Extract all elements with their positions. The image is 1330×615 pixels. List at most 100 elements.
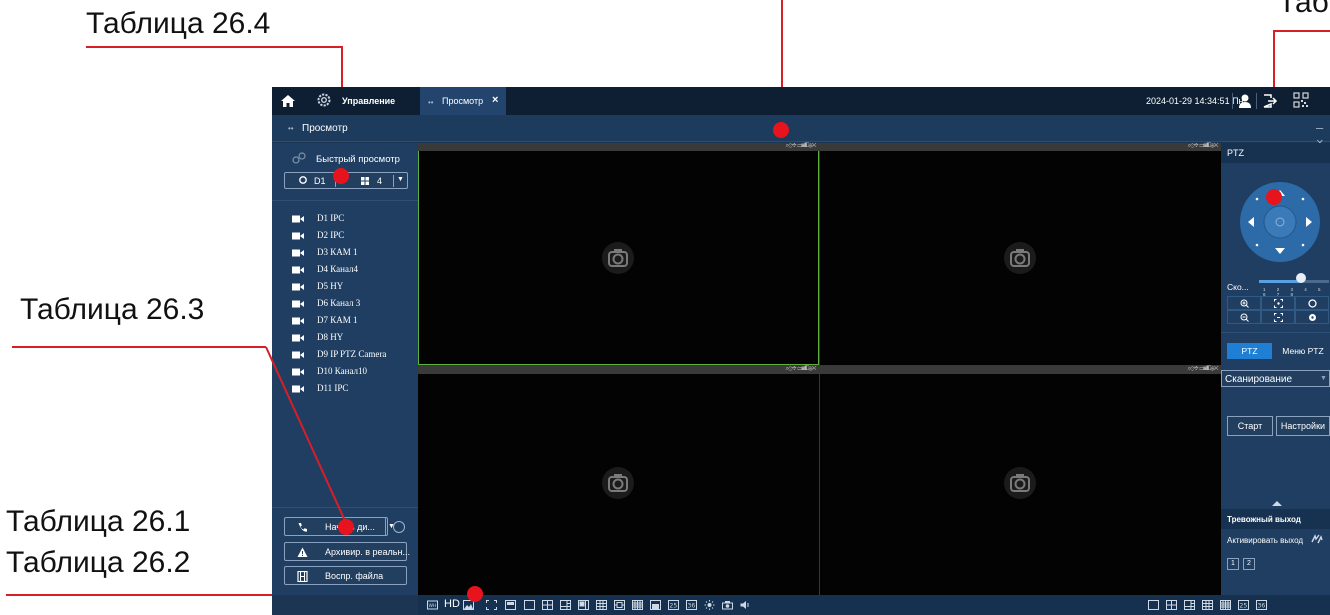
dvr-app-window: Управление •• Просмотр × 2024-01-29 14:3… — [272, 87, 1330, 615]
channel-item[interactable]: D4 Канал4 — [272, 261, 418, 278]
focus-out-icon — [1274, 313, 1283, 322]
scan-mode-select[interactable]: Сканирование ▼ — [1221, 370, 1330, 387]
settings-menu-label[interactable]: Управление — [342, 96, 395, 106]
gear-icon[interactable] — [316, 92, 332, 108]
speed-slider[interactable] — [1259, 280, 1329, 283]
refresh-icon[interactable] — [1311, 534, 1323, 544]
layout-1-icon[interactable] — [524, 600, 535, 610]
annotation-table-26-3: Таблица 26.3 — [20, 293, 205, 326]
annotation-table-partial: Таб — [1278, 0, 1329, 19]
channel-item[interactable]: D5 HY — [272, 278, 418, 295]
focus-near-button[interactable] — [1261, 296, 1295, 310]
layout-grid-icon — [361, 177, 369, 185]
annotation-marker — [773, 122, 789, 138]
video-pane-4[interactable]: ⌕⊙✥ ▭◙◧⊕✕ — [820, 366, 1221, 595]
channel-item[interactable]: D2 IPC — [272, 227, 418, 244]
qr-code-icon[interactable] — [1293, 92, 1309, 108]
layout-4-icon[interactable] — [542, 600, 553, 610]
ptz-control-grid — [1227, 296, 1330, 324]
no-video-camera-icon — [1004, 467, 1036, 499]
layout-36-label: 36 — [688, 603, 696, 610]
activate-output-label: Активировать выход — [1227, 536, 1304, 545]
pane-toolbar-icons[interactable]: ⌕⊙✥ ▭◙◧⊕✕ — [1188, 143, 1219, 150]
record-button[interactable]: Архивир. в реальн... — [284, 542, 410, 561]
tab-ptz-menu[interactable]: Меню PTZ — [1276, 343, 1330, 359]
channel-label: D5 HY — [317, 281, 344, 291]
fullscreen-icon[interactable] — [486, 600, 497, 610]
annotation-marker — [1266, 189, 1282, 205]
zoom-in-button[interactable] — [1227, 296, 1261, 310]
playback-button[interactable]: Воспр. файла — [284, 566, 407, 585]
layout-1-wide-icon[interactable] — [505, 600, 516, 610]
ptz-title: PTZ — [1227, 148, 1244, 158]
settings-button[interactable]: Настройки — [1276, 416, 1330, 436]
leader-line — [1273, 30, 1330, 32]
speed-slider-handle[interactable] — [1296, 273, 1306, 283]
layout-36-icon[interactable]: 36 — [1256, 600, 1267, 610]
logout-icon[interactable] — [1262, 93, 1278, 109]
channel-item[interactable]: D8 HY — [272, 329, 418, 346]
channel-label: D7 КАМ 1 — [317, 315, 358, 325]
ptz-header: PTZ — [1221, 143, 1330, 163]
divider — [393, 175, 394, 187]
device-icon — [299, 176, 307, 184]
layout-9-icon[interactable] — [596, 600, 607, 610]
zoom-in-icon — [1240, 299, 1249, 308]
tab-ptz[interactable]: PTZ — [1227, 343, 1272, 359]
channel-item[interactable]: D6 Канал 3 — [272, 295, 418, 312]
brightness-icon[interactable] — [704, 600, 715, 610]
video-pane-2[interactable]: ⌕⊙✥ ▭◙◧⊕✕ — [820, 143, 1221, 365]
annotation-table-26-1: Таблица 26.1 — [6, 505, 191, 538]
layout-36-icon[interactable]: 36 — [686, 600, 697, 610]
chevron-down-icon[interactable]: ▼ — [397, 176, 404, 183]
zoom-out-button[interactable] — [1227, 310, 1261, 324]
home-icon[interactable] — [280, 93, 296, 109]
layout-13-icon[interactable] — [614, 600, 625, 610]
tab-preview[interactable]: •• Просмотр × — [420, 87, 506, 115]
layout-16-icon[interactable] — [632, 600, 643, 610]
iris-open-button[interactable] — [1295, 296, 1329, 310]
quick-view-label[interactable]: Быстрый просмотр — [316, 154, 400, 165]
iris-close-button[interactable] — [1295, 310, 1329, 324]
alarm-output-1-button[interactable]: 1 — [1227, 558, 1239, 570]
camera-icon — [292, 283, 304, 291]
pane-toolbar — [820, 143, 1221, 151]
preview-icon: •• — [288, 124, 294, 133]
layout-25-label: 25 — [1240, 603, 1248, 610]
tab-close-button[interactable]: × — [492, 94, 498, 106]
focus-far-button[interactable] — [1261, 310, 1295, 324]
speed-label: Ско... — [1227, 282, 1249, 292]
channel-item[interactable]: D1 IPC — [272, 210, 418, 227]
camera-group-icon[interactable] — [722, 600, 733, 610]
pane-toolbar-icons[interactable]: ⌕⊙✥ ▭◙◧⊕✕ — [1188, 366, 1219, 373]
layout-16-icon[interactable] — [1220, 600, 1231, 610]
leader-line — [86, 46, 342, 48]
layout-6-icon[interactable] — [1184, 600, 1195, 610]
collapse-arrow-icon[interactable] — [1272, 501, 1282, 506]
talk-status-indicator[interactable] — [393, 521, 405, 533]
layout-25-label: 25 — [670, 603, 678, 610]
channel-item[interactable]: D7 КАМ 1 — [272, 312, 418, 329]
layout-16b-icon[interactable] — [650, 600, 661, 610]
channel-label: D2 IPC — [317, 230, 345, 240]
pane-toolbar-icons[interactable]: ⌕⊙✥ ▭◙◧⊕✕ — [786, 366, 817, 373]
user-icon[interactable] — [1238, 93, 1252, 109]
layout-25-icon[interactable]: 25 — [1238, 600, 1249, 610]
alarm-output-title: Тревожный выход — [1227, 515, 1301, 524]
alarm-output-2-button[interactable]: 2 — [1243, 558, 1255, 570]
layout-4-icon[interactable] — [1166, 600, 1177, 610]
pane-toolbar-icons[interactable]: ⌕⊙✥ ▭◙◧⊕✕ — [786, 143, 817, 150]
video-pane-3[interactable]: ⌕⊙✥ ▭◙◧⊕✕ — [418, 366, 819, 595]
video-pane-1[interactable]: ⌕⊙✥ ▭◙◧⊕✕ — [418, 143, 819, 365]
hd-toggle[interactable]: HD — [444, 598, 460, 610]
layout-8-icon[interactable] — [578, 600, 589, 610]
layout-25-icon[interactable]: 25 — [668, 600, 679, 610]
channel-item[interactable]: D3 КАМ 1 — [272, 244, 418, 261]
start-button[interactable]: Старт — [1227, 416, 1273, 436]
layout-9-icon[interactable] — [1202, 600, 1213, 610]
layout-6-icon[interactable] — [560, 600, 571, 610]
playback-label: Воспр. файла — [325, 571, 384, 581]
layout-1-icon[interactable] — [1148, 600, 1159, 610]
wide-view-icon[interactable]: WH — [427, 600, 438, 610]
speaker-icon[interactable] — [740, 600, 751, 610]
